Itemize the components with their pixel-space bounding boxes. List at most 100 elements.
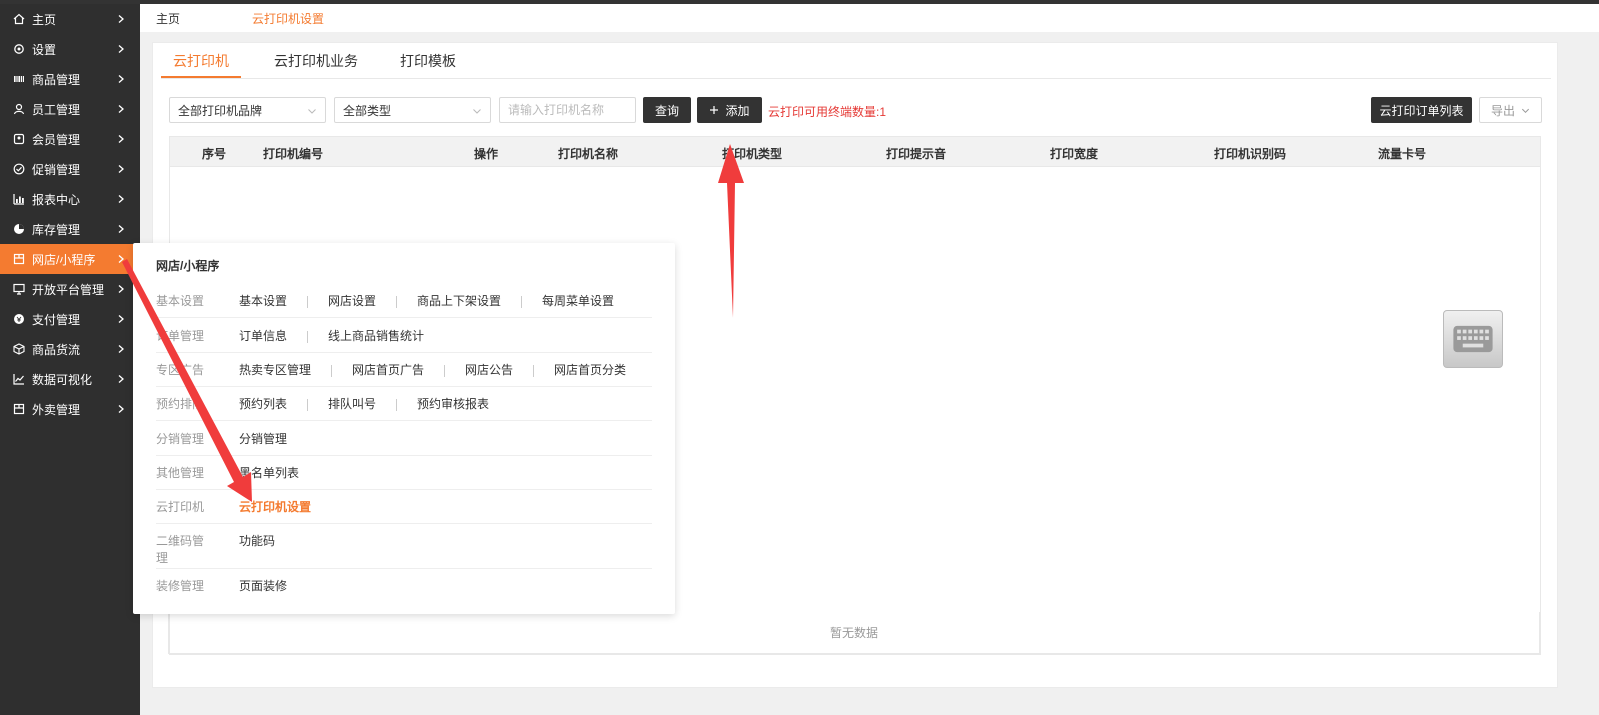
sidebar-item-staff[interactable]: 员工管理: [0, 94, 140, 124]
column-header: 打印机名称: [558, 147, 619, 161]
sidebar-item-payment[interactable]: 支付管理: [0, 304, 140, 334]
column-header: 打印宽度: [1050, 147, 1099, 161]
sidebar-item-label: 外卖管理: [32, 402, 81, 417]
breadcrumb-current[interactable]: 云打印机设置: [252, 10, 324, 27]
table-header: 序号 打印机编号 操作 打印机名称 打印机类型 打印提示音 打印宽度 打印机识别…: [170, 137, 1540, 167]
chevron-right-icon: [114, 72, 128, 86]
sidebar-item-home[interactable]: 主页: [0, 4, 140, 34]
sidebar-item-label: 商品货流: [32, 342, 81, 357]
chevron-right-icon: [114, 192, 128, 206]
sidebar-item-label: 员工管理: [32, 102, 81, 117]
chevron-right-icon: [114, 162, 128, 176]
chevron-right-icon: [114, 132, 128, 146]
home-icon: [12, 12, 26, 26]
sidebar-item-label: 主页: [32, 12, 57, 27]
divider: [533, 364, 535, 377]
column-header: 流量卡号: [1378, 147, 1427, 161]
sidebar-item-label: 促销管理: [32, 162, 81, 177]
chevron-right-icon: [114, 222, 128, 236]
menu-link-home-ads[interactable]: 网店首页广告: [352, 362, 424, 379]
menu-link-page-decoration[interactable]: 页面装修: [239, 578, 287, 595]
brand-select-value: 全部打印机品牌: [178, 103, 263, 118]
store-icon: [12, 402, 26, 416]
menu-row-order-management: 订单管理 订单信息 线上商品销售统计: [156, 328, 652, 353]
printer-name-input[interactable]: [499, 97, 636, 123]
menu-link-reservation-list[interactable]: 预约列表: [239, 396, 287, 413]
menu-link-queue-calling[interactable]: 排队叫号: [328, 396, 376, 413]
flyout-title: 网店/小程序: [156, 259, 220, 273]
sidebar-item-online-store[interactable]: 网店/小程序: [0, 244, 140, 274]
user-icon: [12, 102, 26, 116]
available-terminals-notice: 云打印可用终端数量:1: [768, 105, 887, 119]
tab-cloud-printer[interactable]: 云打印机: [161, 51, 241, 78]
sidebar-item-takeout[interactable]: 外卖管理: [0, 394, 140, 424]
sidebar-item-open-platform[interactable]: 开放平台管理: [0, 274, 140, 304]
menu-link-store-announcement[interactable]: 网店公告: [465, 362, 513, 379]
menu-link-hot-zone[interactable]: 热卖专区管理: [239, 362, 311, 379]
sidebar-item-promotions[interactable]: 促销管理: [0, 154, 140, 184]
menu-link-basic-settings[interactable]: 基本设置: [239, 293, 287, 310]
menu-link-distribution[interactable]: 分销管理: [239, 431, 287, 448]
divider: [307, 398, 309, 411]
menu-link-reservation-audit[interactable]: 预约审核报表: [417, 396, 489, 413]
column-header: 打印机识别码: [1214, 147, 1287, 161]
menu-link-store-settings[interactable]: 网店设置: [328, 293, 376, 310]
add-button[interactable]: 添加: [697, 97, 762, 123]
menu-link-order-info[interactable]: 订单信息: [239, 328, 287, 345]
menu-row-basic-settings: 基本设置 基本设置 网店设置 商品上下架设置 每周菜单设置: [156, 293, 652, 318]
menu-link-listing-settings[interactable]: 商品上下架设置: [417, 293, 501, 310]
menu-link-online-sales-stats[interactable]: 线上商品销售统计: [328, 328, 424, 345]
menu-link-home-categories[interactable]: 网店首页分类: [554, 362, 626, 379]
bar-chart-icon: [12, 192, 26, 206]
tab-bar: 云打印机 云打印机业务 打印模板: [161, 43, 1551, 79]
breadcrumb-home[interactable]: 主页: [156, 10, 180, 27]
menu-link-weekly-menu[interactable]: 每周菜单设置: [542, 293, 614, 310]
menu-link-blacklist[interactable]: 黑名单列表: [239, 465, 299, 482]
sidebar-item-goods[interactable]: 商品管理: [0, 64, 140, 94]
gear-icon: [12, 42, 26, 56]
menu-row-label: 装修管理: [156, 579, 205, 593]
plus-icon: [709, 105, 719, 115]
table-empty-state: 暂无数据: [168, 612, 1540, 654]
menu-row-qrcode: 二维码管理 功能码: [156, 533, 652, 569]
sidebar-item-label: 商品管理: [32, 72, 81, 87]
sidebar-item-settings[interactable]: 设置: [0, 34, 140, 64]
sidebar-item-label: 报表中心: [32, 192, 81, 207]
keyboard-icon[interactable]: [1443, 310, 1503, 368]
divider: [331, 364, 333, 377]
menu-row-label: 专区广告: [156, 363, 205, 377]
sidebar-item-label: 库存管理: [32, 222, 81, 237]
menu-row-label: 其他管理: [156, 466, 205, 480]
menu-row-label: 云打印机: [156, 500, 205, 514]
check-circle-icon: [12, 162, 26, 176]
line-chart-icon: [12, 372, 26, 386]
menu-row-zone-ads: 专区广告 热卖专区管理 网店首页广告 网店公告 网店首页分类: [156, 362, 652, 387]
cloud-print-order-list-button[interactable]: 云打印订单列表: [1371, 97, 1472, 123]
sidebar-item-inventory[interactable]: 库存管理: [0, 214, 140, 244]
menu-link-cloud-printer-settings[interactable]: 云打印机设置: [239, 499, 311, 516]
tab-cloud-printer-business[interactable]: 云打印机业务: [274, 51, 358, 78]
chevron-right-icon: [114, 402, 128, 416]
export-button-label: 导出: [1490, 103, 1515, 118]
pie-chart-icon: [12, 222, 26, 236]
sidebar-item-data-visualization[interactable]: 数据可视化: [0, 364, 140, 394]
chevron-down-icon: [307, 105, 317, 115]
menu-row-cloud-printer: 云打印机 云打印机设置: [156, 499, 652, 524]
menu-row-other: 其他管理 黑名单列表: [156, 465, 652, 490]
brand-select[interactable]: 全部打印机品牌: [169, 97, 326, 123]
menu-link-function-code[interactable]: 功能码: [239, 533, 275, 550]
menu-row-label: 预约排队: [156, 397, 205, 411]
sidebar-item-label: 设置: [32, 42, 57, 57]
tab-print-template[interactable]: 打印模板: [400, 51, 456, 78]
toolbar: 全部打印机品牌 全部类型 查询 添加 云打印可用终端数量:1 云打印订单列表 导…: [169, 97, 1543, 123]
type-select[interactable]: 全部类型: [334, 97, 491, 123]
sidebar-item-reports[interactable]: 报表中心: [0, 184, 140, 214]
export-button[interactable]: 导出: [1479, 97, 1542, 123]
sidebar-item-members[interactable]: 会员管理: [0, 124, 140, 154]
query-button[interactable]: 查询: [643, 97, 691, 123]
chevron-right-icon: [114, 12, 128, 26]
menu-row-label: 二维码管理: [156, 534, 205, 565]
sidebar-item-goods-flow[interactable]: 商品货流: [0, 334, 140, 364]
chevron-down-icon: [472, 105, 482, 115]
divider: [396, 295, 398, 308]
